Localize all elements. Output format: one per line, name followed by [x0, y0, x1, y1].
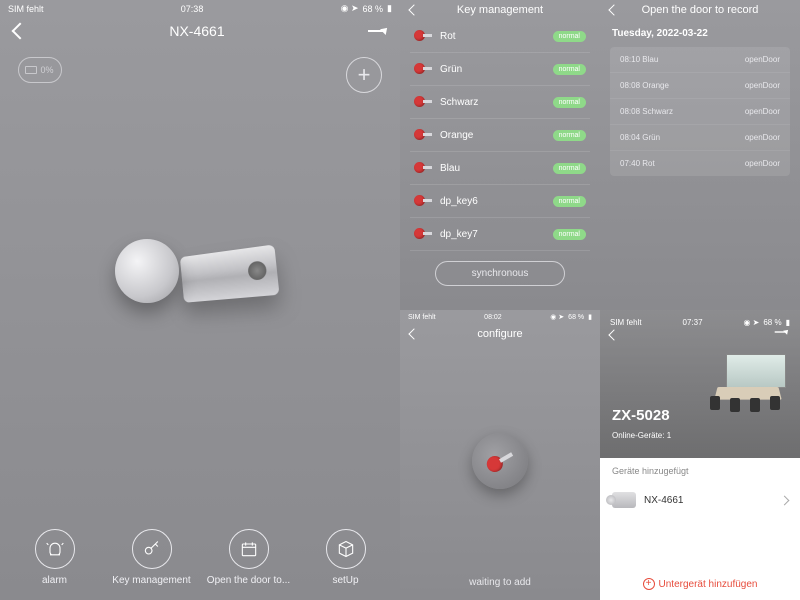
room-hero: SIM fehlt07:37 ◉ ➤68 %▮ ZX-5028 Online-G… — [600, 310, 800, 458]
record-row[interactable]: 08:10 BlauopenDoor — [610, 47, 790, 73]
record-row[interactable]: 08:08 OrangeopenDoor — [610, 73, 790, 99]
record-row[interactable]: 08:08 SchwarzopenDoor — [610, 99, 790, 125]
status-badge: normal — [553, 130, 586, 141]
back-icon[interactable] — [608, 329, 619, 340]
configure-key-circle[interactable] — [472, 433, 528, 489]
calendar-icon — [229, 529, 269, 569]
device-name: NX-4661 — [644, 495, 773, 506]
nav-setup[interactable]: setUp — [301, 529, 391, 586]
status-badge: normal — [553, 97, 586, 108]
chevron-right-icon — [780, 495, 790, 505]
nav-label: Open the door to... — [207, 575, 290, 586]
status-bar: SIM fehlt 08:02 ◉ ➤68 %▮ — [400, 310, 600, 324]
record-row[interactable]: 07:40 RotopenDoor — [610, 151, 790, 176]
header: NX-4661 — [0, 17, 400, 45]
back-icon[interactable] — [608, 4, 619, 15]
header: Open the door to record — [600, 0, 800, 20]
record-list: 08:10 BlauopenDoor 08:08 OrangeopenDoor … — [610, 47, 790, 176]
alarm-icon — [35, 529, 75, 569]
key-row[interactable]: dp_key7normal — [410, 218, 590, 251]
key-icon — [414, 159, 432, 177]
key-row[interactable]: Rotnormal — [410, 20, 590, 53]
key-icon — [414, 126, 432, 144]
cube-icon — [326, 529, 366, 569]
nav-open-door-record[interactable]: Open the door to... — [204, 529, 294, 586]
status-badge: normal — [553, 229, 586, 240]
device-row[interactable]: NX-4661 — [600, 484, 800, 516]
key-list: Rotnormal Grünnormal Schwarznormal Orang… — [400, 20, 600, 251]
lock-icon — [612, 492, 636, 508]
header: Key management — [400, 0, 600, 20]
nav-alarm[interactable]: alarm — [10, 529, 100, 586]
plus-icon: + — [643, 578, 655, 590]
carrier: SIM fehlt — [8, 4, 44, 14]
add-button[interactable]: + — [346, 57, 382, 93]
back-icon[interactable] — [12, 23, 29, 40]
room-name: ZX-5028 — [612, 407, 670, 424]
record-date: Tuesday, 2022-03-22 — [600, 20, 800, 47]
status-badge: normal — [553, 31, 586, 42]
time: 07:38 — [181, 4, 204, 14]
key-row[interactable]: Grünnormal — [410, 53, 590, 86]
nav-label: setUp — [332, 575, 358, 586]
header: configure — [400, 324, 600, 344]
back-icon[interactable] — [408, 4, 419, 15]
key-icon — [414, 27, 432, 45]
edit-icon[interactable] — [775, 331, 788, 332]
status-badge: normal — [553, 64, 586, 75]
back-icon[interactable] — [408, 328, 419, 339]
status-badge: normal — [553, 163, 586, 174]
synchronous-button[interactable]: synchronous — [435, 261, 565, 286]
key-icon — [481, 442, 519, 480]
status-right: ◉ ➤68 %▮ — [341, 3, 392, 14]
status-bar: SIM fehlt07:37 ◉ ➤68 %▮ — [610, 318, 790, 327]
add-subdevice-button[interactable]: + Untergerät hinzufügen — [600, 578, 800, 590]
key-icon — [414, 93, 432, 111]
key-row[interactable]: Schwarznormal — [410, 86, 590, 119]
configure-screen: SIM fehlt 08:02 ◉ ➤68 %▮ configure waiti… — [400, 310, 600, 600]
nav-label: Key management — [112, 575, 190, 586]
record-row[interactable]: 08:04 GrünopenDoor — [610, 125, 790, 151]
office-image — [710, 354, 786, 410]
status-badge: normal — [553, 196, 586, 207]
nav-key-management[interactable]: Key management — [107, 529, 197, 586]
key-row[interactable]: Blaunormal — [410, 152, 590, 185]
bottom-nav: alarm Key management Open the door to...… — [0, 515, 400, 600]
page-title: configure — [477, 328, 522, 340]
waiting-label: waiting to add — [400, 577, 600, 588]
key-management-screen: Key management Rotnormal Grünnormal Schw… — [400, 0, 600, 310]
door-record-screen: Open the door to record Tuesday, 2022-03… — [600, 0, 800, 310]
status-bar: SIM fehlt 07:38 ◉ ➤68 %▮ — [0, 0, 400, 17]
key-icon — [414, 192, 432, 210]
edit-icon[interactable] — [368, 30, 386, 32]
nav-label: alarm — [42, 575, 67, 586]
device-main-screen: SIM fehlt 07:38 ◉ ➤68 %▮ NX-4661 0% + al… — [0, 0, 400, 600]
section-header: Geräte hinzugefügt — [600, 458, 800, 484]
key-icon — [132, 529, 172, 569]
key-row[interactable]: dp_key6normal — [410, 185, 590, 218]
page-title: Key management — [457, 4, 543, 16]
top-controls: 0% + — [0, 45, 400, 105]
page-title: NX-4661 — [169, 23, 224, 39]
key-icon — [414, 225, 432, 243]
key-icon — [414, 60, 432, 78]
page-title: Open the door to record — [642, 4, 759, 16]
home-screen: SIM fehlt07:37 ◉ ➤68 %▮ ZX-5028 Online-G… — [600, 310, 800, 600]
lock-cylinder-image — [115, 221, 285, 331]
online-devices: Online-Geräte: 1 — [612, 431, 671, 440]
battery-indicator[interactable]: 0% — [18, 57, 62, 83]
key-row[interactable]: Orangenormal — [410, 119, 590, 152]
